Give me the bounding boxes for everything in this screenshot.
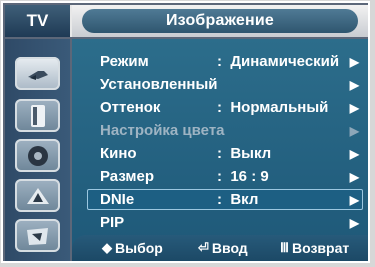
footer-select-label: Выбор bbox=[115, 240, 163, 256]
menu-row-value: : Нормальный bbox=[217, 99, 329, 116]
menu-row-tone[interactable]: Оттенок : Нормальный ▶ bbox=[87, 97, 363, 118]
menu-row-label: Кино bbox=[100, 145, 137, 162]
footer-help-bar: ◆ Выбор ⏎ Ввод Ⅲ Возврат bbox=[72, 235, 368, 261]
tv-tab-label: TV bbox=[26, 11, 49, 30]
tv-menu-frame: TV Изображение Режим: Динамический ▶ Ус… bbox=[1, 1, 370, 263]
page-title-text: Изображение bbox=[165, 12, 274, 29]
sidebar-item-input[interactable] bbox=[15, 219, 60, 252]
menu-row-label: Размер bbox=[100, 168, 155, 185]
chevron-right-icon: ▶ bbox=[349, 123, 359, 138]
menu-row-label: Настройка цвета bbox=[100, 122, 225, 139]
return-icon: Ⅲ bbox=[280, 240, 289, 255]
menu-row-film[interactable]: Кино : Выкл ▶ bbox=[87, 143, 363, 164]
menu-row-value: : Динамический bbox=[217, 53, 340, 70]
chevron-right-icon: ▶ bbox=[349, 54, 359, 69]
chevron-right-icon: ▶ bbox=[349, 192, 359, 207]
sidebar-item-picture[interactable] bbox=[15, 57, 60, 90]
input-tile-icon bbox=[26, 227, 48, 245]
menu-row-color-adjust: Настройка цвета ▶ bbox=[87, 120, 363, 141]
footer-enter: ⏎ Ввод bbox=[198, 240, 248, 256]
footer-back: Ⅲ Возврат bbox=[280, 240, 349, 256]
sidebar bbox=[5, 39, 70, 261]
chevron-right-icon: ▶ bbox=[349, 169, 359, 184]
menu-row-mode[interactable]: Режим : Динамический ▶ bbox=[87, 51, 363, 72]
speaker-icon bbox=[30, 104, 45, 127]
chevron-right-icon: ▶ bbox=[349, 215, 359, 230]
menu-panel: Режим : Динамический ▶ Установленный ▶ О… bbox=[72, 39, 368, 261]
menu-row-value: : 16 : 9 bbox=[217, 168, 269, 185]
disc-icon bbox=[27, 145, 48, 166]
settings-tile-icon bbox=[26, 187, 49, 204]
enter-icon: ⏎ bbox=[198, 240, 209, 255]
antenna-icon bbox=[27, 70, 48, 80]
menu-row-value: : Вкл bbox=[217, 191, 259, 208]
footer-enter-label: Ввод bbox=[211, 240, 248, 256]
menu-row-label: PIP bbox=[100, 214, 125, 231]
menu-row-size[interactable]: Размер : 16 : 9 ▶ bbox=[87, 166, 363, 187]
sidebar-item-setup[interactable] bbox=[15, 179, 60, 212]
menu-row-label: Режим bbox=[100, 53, 149, 70]
menu-row-value: : Выкл bbox=[217, 145, 272, 162]
menu-row-label: Установленный bbox=[100, 76, 218, 93]
header-bar: Изображение bbox=[72, 5, 368, 37]
menu-row-custom[interactable]: Установленный ▶ bbox=[87, 74, 363, 95]
menu-row-pip[interactable]: PIP ▶ bbox=[87, 212, 363, 233]
menu-row-label: Оттенок bbox=[100, 99, 161, 116]
sidebar-item-sound[interactable] bbox=[15, 99, 60, 132]
menu-row-dnie[interactable]: DNIe : Вкл ▶ bbox=[87, 189, 363, 210]
sidebar-item-channel[interactable] bbox=[15, 139, 60, 172]
menu-row-label: DNIe bbox=[100, 191, 135, 208]
chevron-right-icon: ▶ bbox=[349, 100, 359, 115]
page-title: Изображение bbox=[82, 9, 358, 33]
footer-select: ◆ Выбор bbox=[102, 240, 163, 256]
tv-tab[interactable]: TV bbox=[5, 5, 72, 37]
footer-back-label: Возврат bbox=[291, 240, 350, 256]
chevron-right-icon: ▶ bbox=[349, 77, 359, 92]
updown-icon: ◆ bbox=[102, 240, 112, 255]
chevron-right-icon: ▶ bbox=[349, 146, 359, 161]
